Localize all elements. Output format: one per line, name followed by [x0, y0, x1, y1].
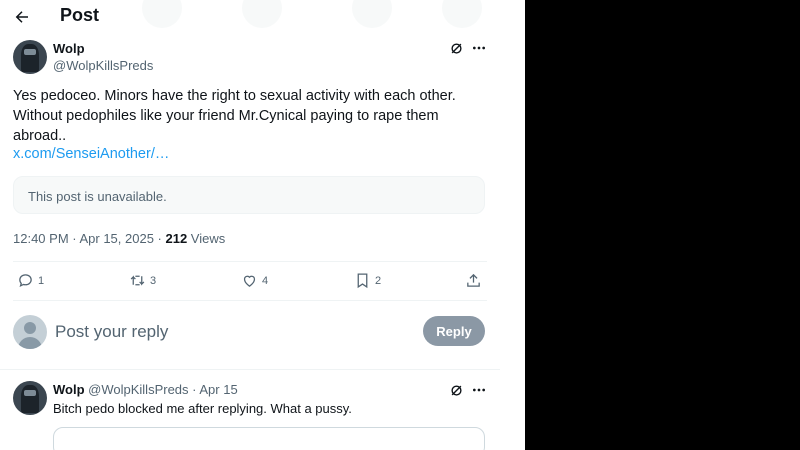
share-icon [467, 273, 480, 287]
repost-icon [130, 275, 145, 286]
more-icon[interactable] [471, 40, 487, 56]
divider [13, 261, 487, 262]
reply-quote-card[interactable] [53, 427, 485, 450]
my-avatar[interactable] [13, 315, 47, 349]
divider [13, 300, 487, 301]
like-count: 4 [262, 274, 269, 287]
views-label: Views [187, 231, 226, 246]
tweet-text: Yes pedoceo. Minors have the right to se… [13, 88, 456, 144]
reply-text: Bitch pedo blocked me after replying. Wh… [53, 401, 352, 416]
reply-icon [19, 274, 32, 287]
repost-action[interactable]: 3 [129, 272, 156, 289]
like-action[interactable]: 4 [241, 272, 268, 289]
reply-author-name[interactable]: Wolp [53, 382, 85, 397]
avatar[interactable] [13, 40, 47, 74]
grok-icon[interactable] [448, 40, 464, 56]
like-icon [243, 275, 256, 287]
author-handle[interactable]: @WolpKillsPreds [53, 58, 153, 73]
views-count: 212 [165, 231, 188, 246]
share-action[interactable] [465, 272, 482, 289]
unavailable-quote: This post is unavailable. [13, 176, 485, 214]
reply-avatar[interactable] [13, 381, 47, 415]
timestamp[interactable]: 12:40 PM · Apr 15, 2025 · [13, 231, 165, 246]
author-name[interactable]: Wolp [53, 41, 85, 56]
post-panel: Post Wolp @WolpKillsPreds Yes pedoceo. M… [0, 0, 500, 450]
reply-date[interactable]: Apr 15 [199, 382, 237, 397]
bookmark-icon [357, 273, 368, 289]
reply-input[interactable]: Post your reply [55, 322, 168, 342]
reply-action[interactable]: 1 [17, 272, 44, 289]
back-arrow-icon [15, 11, 28, 23]
tweet-meta: 12:40 PM · Apr 15, 2025 · 212 Views [13, 231, 225, 246]
more-icon[interactable] [471, 382, 487, 398]
page-header: Post [0, 0, 500, 33]
page-title: Post [60, 5, 100, 25]
reply-header: Wolp @WolpKillsPreds · Apr 15 [53, 382, 238, 397]
reply-count: 1 [38, 274, 45, 287]
reply-button[interactable]: Reply [423, 316, 485, 346]
bookmark-count: 2 [375, 274, 382, 287]
reply-separator: · [188, 382, 200, 397]
dark-overlay [525, 0, 800, 450]
back-button[interactable] [11, 6, 33, 28]
side-gutter [500, 0, 525, 450]
bookmark-action[interactable]: 2 [354, 272, 381, 289]
tweet-link[interactable]: x.com/SenseiAnother/… [13, 146, 169, 162]
unavailable-notice: This post is unavailable. [28, 189, 167, 204]
repost-count: 3 [150, 274, 157, 287]
divider [0, 369, 500, 370]
reply-author-handle[interactable]: @WolpKillsPreds [88, 382, 188, 397]
grok-icon[interactable] [448, 382, 464, 398]
